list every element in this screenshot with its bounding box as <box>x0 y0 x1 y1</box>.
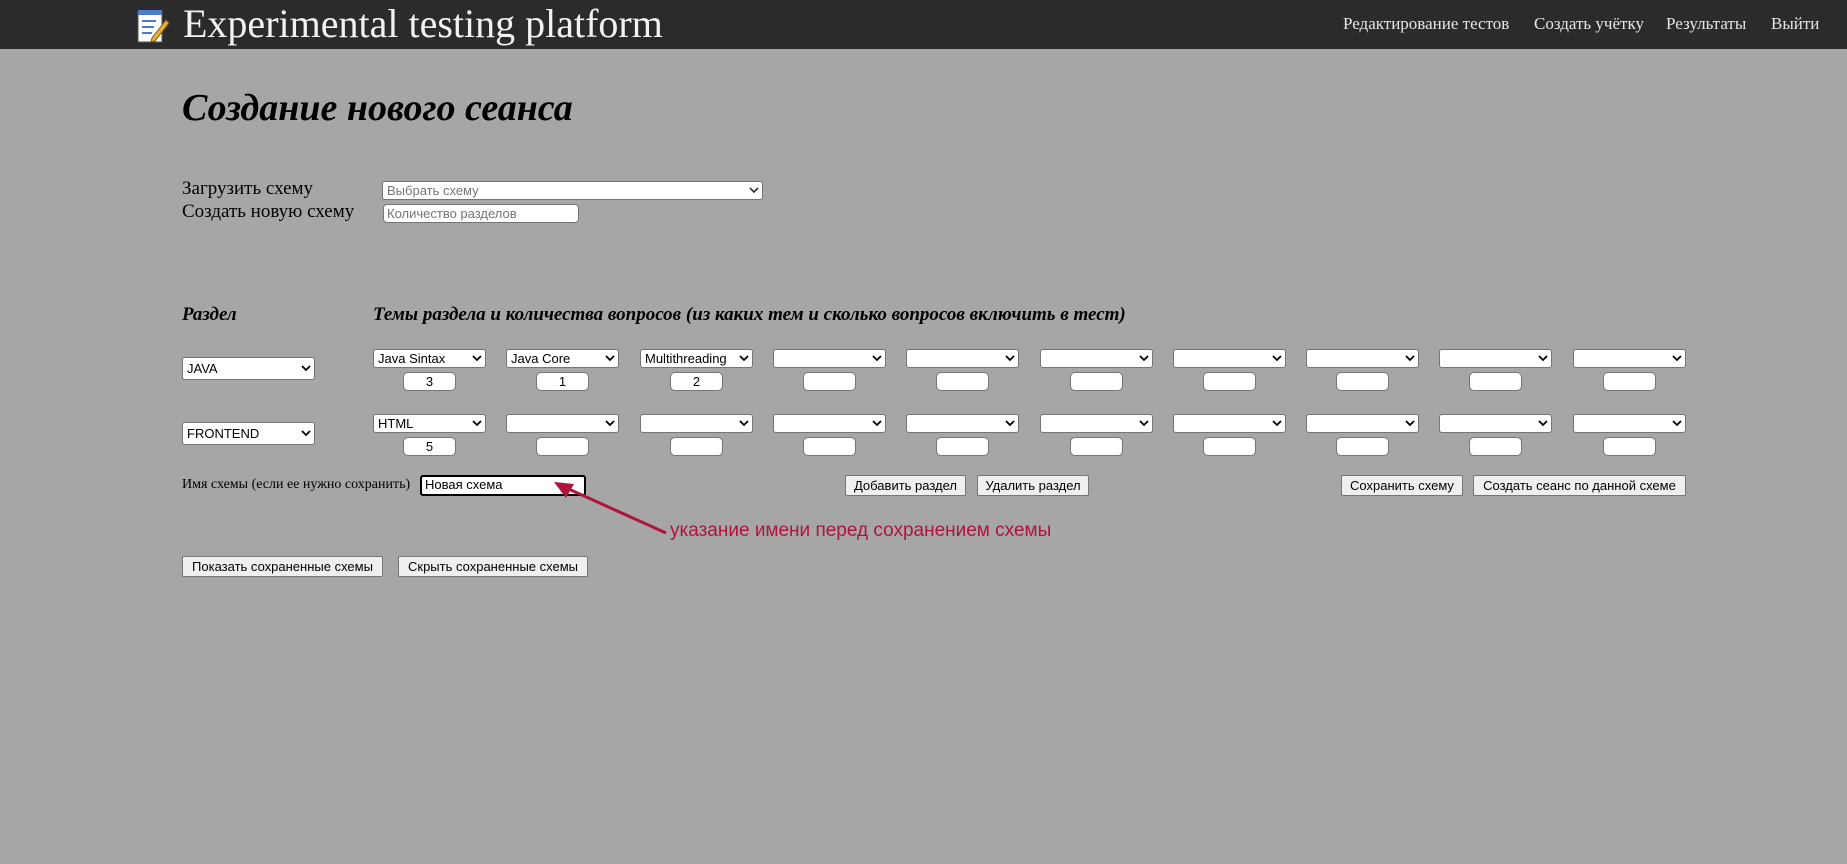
question-count-input-row2-col4[interactable] <box>803 437 856 456</box>
load-scheme-placeholder: Выбрать схему <box>387 183 479 198</box>
question-count-input-row1-col10[interactable] <box>1603 372 1656 391</box>
chevron-down-icon <box>739 420 749 427</box>
chevron-down-icon <box>1139 355 1149 362</box>
topic-select-row1-col9[interactable] <box>1439 349 1552 368</box>
topic-select-row2-col1[interactable]: HTML <box>373 414 486 433</box>
question-count-input-row1-col5[interactable] <box>936 372 989 391</box>
load-scheme-select[interactable]: Выбрать схему <box>382 181 763 200</box>
topic-select-row2-col10[interactable] <box>1573 414 1686 433</box>
question-count-input-row2-col3[interactable] <box>670 437 723 456</box>
topic-select-row1-col10[interactable] <box>1573 349 1686 368</box>
topic-select-row1-col1[interactable]: Java Sintax <box>373 349 486 368</box>
question-count-input-row2-col6[interactable] <box>1070 437 1123 456</box>
question-count-input-row2-col5[interactable] <box>936 437 989 456</box>
top-navbar: Experimental testing platform Редактиров… <box>0 0 1847 49</box>
question-count-input-row1-col2[interactable]: 1 <box>536 372 589 391</box>
question-count-input-row1-col6[interactable] <box>1070 372 1123 391</box>
question-count-input-row2-col9[interactable] <box>1469 437 1522 456</box>
scheme-name-label: Имя схемы (если ее нужно сохранить) <box>182 477 411 492</box>
topic-select-row1-col6[interactable] <box>1040 349 1153 368</box>
topic-select-row2-col3[interactable] <box>640 414 753 433</box>
question-count-input-row2-col7[interactable] <box>1203 437 1256 456</box>
annotation-arrow-icon <box>554 482 667 535</box>
topic-value: HTML <box>378 416 414 431</box>
chevron-down-icon <box>1405 420 1415 427</box>
topics-column-header: Темы раздела и количества вопросов (из к… <box>373 304 1126 325</box>
question-count-input-row1-col7[interactable] <box>1203 372 1256 391</box>
nav-edit-tests[interactable]: Редактирование тестов <box>1343 14 1509 34</box>
chevron-down-icon <box>749 187 759 194</box>
question-count-input-row2-col10[interactable] <box>1603 437 1656 456</box>
chevron-down-icon <box>1139 420 1149 427</box>
create-session-button[interactable]: Создать сеанс по данной схеме <box>1473 475 1686 496</box>
section-value-row2: FRONTEND <box>187 426 260 441</box>
sections-count-placeholder: Количество разделов <box>387 206 517 221</box>
topic-select-row2-col2[interactable] <box>506 414 619 433</box>
topic-select-row1-col5[interactable] <box>906 349 1019 368</box>
load-scheme-label: Загрузить схему <box>182 178 314 199</box>
brand-title[interactable]: Experimental testing platform <box>183 1 663 47</box>
topic-select-row2-col4[interactable] <box>773 414 886 433</box>
question-count-input-row2-col2[interactable] <box>536 437 589 456</box>
question-count-input-row1-col9[interactable] <box>1469 372 1522 391</box>
question-count-input-row1-col4[interactable] <box>803 372 856 391</box>
chevron-down-icon <box>1272 420 1282 427</box>
question-count-input-row2-col1[interactable]: 5 <box>403 437 456 456</box>
chevron-down-icon <box>872 355 882 362</box>
topic-select-row2-col7[interactable] <box>1173 414 1286 433</box>
topic-value: Java Core <box>511 351 571 366</box>
chevron-down-icon <box>739 355 749 362</box>
show-saved-schemes-button[interactable]: Показать сохраненные схемы <box>182 556 383 577</box>
chevron-down-icon <box>1672 420 1682 427</box>
page-title: Создание нового сеанса <box>182 87 573 129</box>
remove-section-button[interactable]: Удалить раздел <box>977 475 1089 496</box>
question-count-input-row1-col8[interactable] <box>1336 372 1389 391</box>
topic-select-row2-col6[interactable] <box>1040 414 1153 433</box>
chevron-down-icon <box>605 420 615 427</box>
hide-saved-schemes-button[interactable]: Скрыть сохраненные схемы <box>398 556 588 577</box>
chevron-down-icon <box>872 420 882 427</box>
topic-value: Java Sintax <box>378 351 446 366</box>
section-column-header: Раздел <box>182 304 237 325</box>
topic-select-row1-col2[interactable]: Java Core <box>506 349 619 368</box>
nav-create-account[interactable]: Создать учётку <box>1534 14 1644 34</box>
chevron-down-icon <box>1672 355 1682 362</box>
chevron-down-icon <box>472 420 482 427</box>
notepad-pencil-icon[interactable] <box>136 8 170 44</box>
chevron-down-icon <box>1005 355 1015 362</box>
new-scheme-label: Создать новую схему <box>182 201 355 222</box>
topic-value: Multithreading <box>645 351 727 366</box>
topic-select-row1-col7[interactable] <box>1173 349 1286 368</box>
chevron-down-icon <box>301 365 311 372</box>
topic-select-row2-col8[interactable] <box>1306 414 1419 433</box>
topic-select-row1-col4[interactable] <box>773 349 886 368</box>
question-count-input-row2-col8[interactable] <box>1336 437 1389 456</box>
section-select-row2[interactable]: FRONTEND <box>182 422 315 445</box>
chevron-down-icon <box>1005 420 1015 427</box>
add-section-button[interactable]: Добавить раздел <box>845 475 966 496</box>
topic-select-row2-col5[interactable] <box>906 414 1019 433</box>
chevron-down-icon <box>605 355 615 362</box>
nav-results[interactable]: Результаты <box>1666 14 1746 34</box>
chevron-down-icon <box>1538 420 1548 427</box>
chevron-down-icon <box>301 430 311 437</box>
chevron-down-icon <box>472 355 482 362</box>
section-select-row1[interactable]: JAVA <box>182 357 315 380</box>
annotation-text: указание имени перед сохранением схемы <box>670 520 1052 541</box>
section-value-row1: JAVA <box>187 361 218 376</box>
sections-count-input[interactable]: Количество разделов <box>383 204 579 223</box>
topic-select-row2-col9[interactable] <box>1439 414 1552 433</box>
chevron-down-icon <box>1405 355 1415 362</box>
save-scheme-button[interactable]: Сохранить схему <box>1341 475 1463 496</box>
nav-logout[interactable]: Выйти <box>1771 14 1819 34</box>
topic-select-row1-col8[interactable] <box>1306 349 1419 368</box>
chevron-down-icon <box>1538 355 1548 362</box>
question-count-input-row1-col1[interactable]: 3 <box>403 372 456 391</box>
question-count-input-row1-col3[interactable]: 2 <box>670 372 723 391</box>
scheme-name-value: Новая схема <box>425 477 503 492</box>
chevron-down-icon <box>1272 355 1282 362</box>
topic-select-row1-col3[interactable]: Multithreading <box>640 349 753 368</box>
